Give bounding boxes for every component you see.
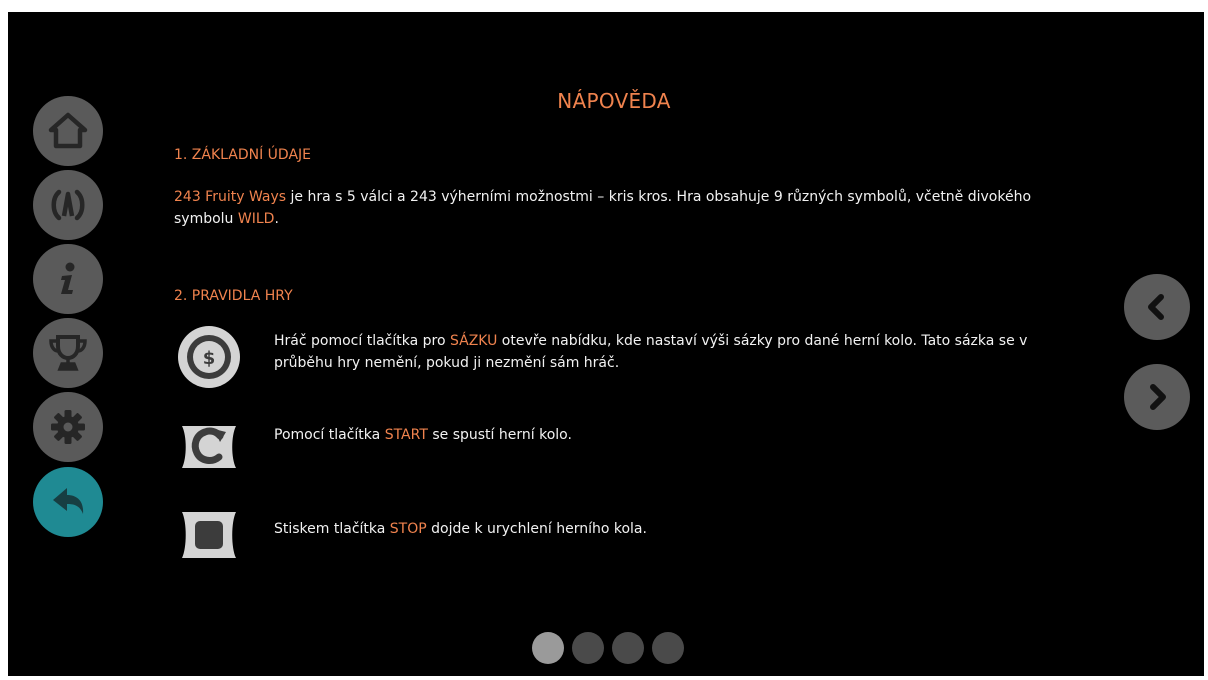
svg-text:$: $ xyxy=(203,348,216,369)
rule-bet-pre: Hráč pomocí tlačítka pro xyxy=(274,333,450,349)
rule-start-pre: Pomocí tlačítka xyxy=(274,427,385,443)
wild-keyword: WILD xyxy=(237,211,275,227)
back-button[interactable] xyxy=(33,467,103,537)
chevron-left-icon xyxy=(1148,294,1164,320)
previous-page-button[interactable] xyxy=(1124,274,1190,340)
section-heading-basic-info: 1. ZÁKLADNÍ ÚDAJE xyxy=(174,147,312,163)
settings-button[interactable] xyxy=(33,392,103,462)
spin-start-icon xyxy=(182,426,236,468)
rule-start-post: se spustí herní kolo. xyxy=(427,427,572,443)
page-dot-3[interactable] xyxy=(612,632,644,664)
next-page-button[interactable] xyxy=(1124,364,1190,430)
rule-stop-post: dojde k urychlení herního kola. xyxy=(426,521,647,537)
paytable-button[interactable] xyxy=(33,170,103,240)
trophy-icon xyxy=(49,335,87,371)
basic-info-body: je hra s 5 válci a 243 výherními možnost… xyxy=(174,189,1032,227)
back-arrow-icon xyxy=(53,488,84,514)
basic-info-text: 243 Fruity Ways je hra s 5 válci a 243 v… xyxy=(174,186,1054,230)
pagination xyxy=(532,632,684,664)
chevron-right-icon xyxy=(1150,384,1166,410)
game-name: 243 Fruity Ways xyxy=(174,189,287,205)
rule-bet-text: Hráč pomocí tlačítka pro SÁZKU otevře na… xyxy=(274,330,1074,374)
home-icon xyxy=(48,112,88,149)
page-title: NÁPOVĚDA xyxy=(557,89,671,113)
rule-stop-pre: Stiskem tlačítka xyxy=(274,521,390,537)
stop-keyword: STOP xyxy=(389,521,427,537)
bet-keyword: SÁZKU xyxy=(449,333,498,349)
basic-info-end: . xyxy=(274,211,279,227)
start-keyword: START xyxy=(384,427,428,443)
section-heading-rules: 2. PRAVIDLA HRY xyxy=(174,288,293,304)
trophy-button[interactable] xyxy=(33,318,103,388)
rule-start-text: Pomocí tlačítka START se spustí herní ko… xyxy=(274,424,1074,446)
page-dot-1[interactable] xyxy=(532,632,564,664)
help-screen: NÁPOVĚDA 1. ZÁKLADNÍ ÚDAJE 243 Fruity Wa… xyxy=(8,12,1204,676)
gear-icon xyxy=(51,410,85,444)
page-dot-4[interactable] xyxy=(652,632,684,664)
stop-icon xyxy=(182,512,236,558)
info-button[interactable] xyxy=(33,244,103,314)
paytable-icon xyxy=(51,189,85,221)
info-icon xyxy=(61,262,75,294)
bet-coin-icon: $ xyxy=(178,326,240,388)
page-dot-2[interactable] xyxy=(572,632,604,664)
rule-stop-text: Stiskem tlačítka STOP dojde k urychlení … xyxy=(274,518,1074,540)
